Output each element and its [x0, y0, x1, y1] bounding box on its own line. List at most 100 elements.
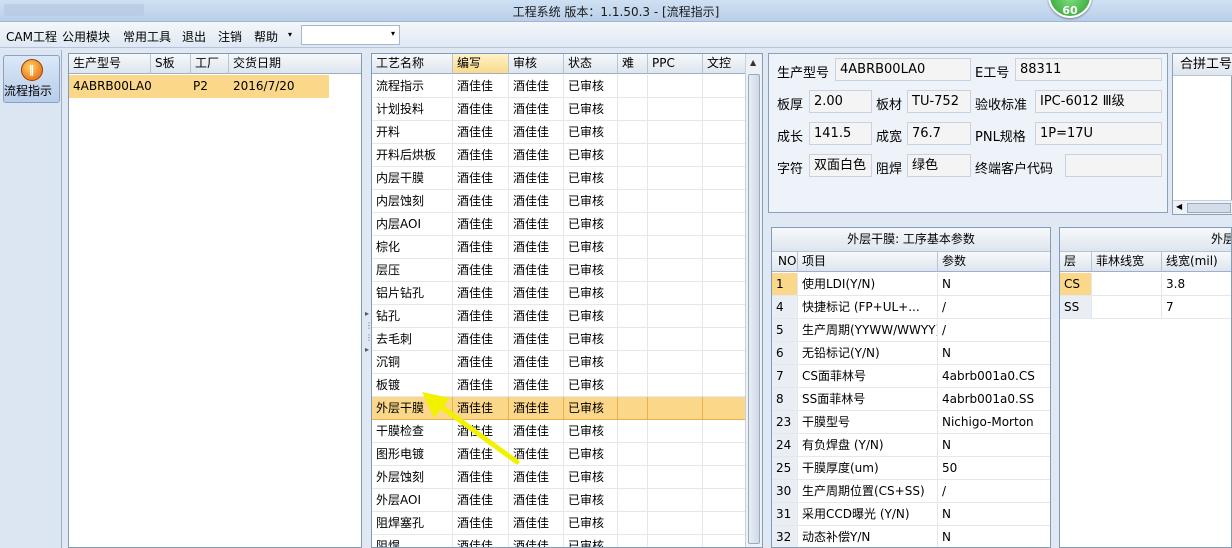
table-row[interactable]: 去毛刺 酒佳佳 酒佳佳 已审核 — [372, 328, 747, 351]
scroll-left-icon[interactable]: ◀ — [1176, 201, 1182, 213]
table-row[interactable]: 阻焊 酒佳佳 酒佳佳 已审核 — [372, 535, 747, 547]
merge-panel-header[interactable]: 合拼工号 — [1173, 54, 1232, 76]
col-header-factory[interactable]: 工厂 — [191, 54, 229, 74]
table-row[interactable]: 30 生产周期位置(CS+SS) / — [772, 480, 1050, 503]
table-row[interactable]: 4ABRB00LA0 P2 2016/7/20 — [69, 75, 329, 98]
field-width[interactable]: 76.7 — [907, 122, 971, 145]
table-row[interactable]: 5 生产周期(YYWW/WWYY) / — [772, 319, 1050, 342]
field-pnl[interactable]: 1P=17U — [1035, 122, 1162, 145]
table-row[interactable]: 图形电镀 酒佳佳 酒佳佳 已审核 — [372, 443, 747, 466]
params2-panel: 外层 层 菲林线宽 线宽(mil) CS 3.8 SS 7 — [1059, 227, 1232, 548]
col-header-difficulty[interactable]: 难 — [618, 54, 648, 74]
table-row[interactable]: 25 干膜厚度(um) 50 — [772, 457, 1050, 480]
scroll-up-icon[interactable]: ▲ — [750, 58, 756, 67]
cell-author: 酒佳佳 — [453, 236, 509, 259]
toolbar-combo[interactable]: ▾ — [301, 25, 400, 45]
splitter[interactable]: ▸ ⋮ ⋮ ▸ — [364, 53, 373, 548]
cell-doc-control — [703, 98, 747, 121]
cell-difficulty — [618, 420, 648, 443]
menu-tools[interactable]: 常用工具 — [123, 28, 171, 45]
table-row[interactable]: 外层蚀刻 酒佳佳 酒佳佳 已审核 — [372, 466, 747, 489]
scrollbar-thumb[interactable] — [1187, 203, 1231, 213]
menu-exit[interactable]: 退出 — [182, 28, 206, 45]
table-row[interactable]: SS 7 — [1060, 296, 1231, 319]
cell-param: N — [938, 342, 1050, 365]
col-header-status[interactable]: 状态 — [564, 54, 618, 74]
field-end-customer[interactable] — [1065, 154, 1162, 177]
scrollbar-thumb[interactable] — [748, 74, 760, 544]
col-header-doc-control[interactable]: 文控 — [703, 54, 747, 74]
field-thickness[interactable]: 2.00 — [809, 90, 872, 113]
cell-difficulty — [618, 167, 648, 190]
menu-logout[interactable]: 注销 — [218, 28, 242, 45]
table-row[interactable]: 24 有负焊盘 (Y/N) N — [772, 434, 1050, 457]
cell-author: 酒佳佳 — [453, 466, 509, 489]
cell-status: 已审核 — [564, 374, 618, 397]
table-row[interactable]: 23 干膜型号 Nichigo-Morton — [772, 411, 1050, 434]
col-header-no[interactable]: NO — [772, 252, 798, 272]
table-row[interactable]: 31 采用CCD曝光 (Y/N) N — [772, 503, 1050, 526]
table-row[interactable]: 8 SS面菲林号 4abrb001a0.SS — [772, 388, 1050, 411]
cell-process-name: 沉铜 — [372, 351, 453, 374]
horizontal-scrollbar[interactable]: ◀ — [1173, 200, 1232, 214]
cell-author: 酒佳佳 — [453, 374, 509, 397]
cell-author: 酒佳佳 — [453, 144, 509, 167]
menu-cam[interactable]: CAM工程 — [6, 28, 57, 45]
cell-ppc — [648, 535, 703, 547]
table-row[interactable]: 开料后烘板 酒佳佳 酒佳佳 已审核 — [372, 144, 747, 167]
vertical-scrollbar[interactable]: ▲ — [745, 54, 762, 547]
field-length[interactable]: 141.5 — [809, 122, 872, 145]
table-row[interactable]: 内层干膜 酒佳佳 酒佳佳 已审核 — [372, 167, 747, 190]
table-row[interactable]: 沉铜 酒佳佳 酒佳佳 已审核 — [372, 351, 747, 374]
col-header-param[interactable]: 参数 — [938, 252, 1050, 272]
table-row[interactable]: CS 3.8 — [1060, 273, 1231, 296]
chevron-down-icon[interactable]: ▾ — [288, 30, 292, 39]
table-row[interactable]: 棕化 酒佳佳 酒佳佳 已审核 — [372, 236, 747, 259]
table-row[interactable]: 阻焊塞孔 酒佳佳 酒佳佳 已审核 — [372, 512, 747, 535]
field-e-no[interactable]: 88311 — [1015, 58, 1162, 81]
nav-process-flow-button[interactable]: ‖ 流程指示 — [3, 55, 60, 103]
menu-common-module[interactable]: 公用模块 — [62, 28, 110, 45]
table-row[interactable]: 计划投料 酒佳佳 酒佳佳 已审核 — [372, 98, 747, 121]
table-row[interactable]: 钻孔 酒佳佳 酒佳佳 已审核 — [372, 305, 747, 328]
table-row[interactable]: 6 无铅标记(Y/N) N — [772, 342, 1050, 365]
menu-help[interactable]: 帮助 — [254, 28, 278, 45]
table-row[interactable]: 干膜检查 酒佳佳 酒佳佳 已审核 — [372, 420, 747, 443]
col-header-model[interactable]: 生产型号 — [69, 54, 151, 74]
cell-doc-control — [703, 420, 747, 443]
table-row[interactable]: 1 使用LDI(Y/N) N — [772, 273, 1050, 296]
field-model[interactable]: 4ABRB00LA0 — [835, 58, 971, 81]
col-header-ppc[interactable]: PPC — [648, 54, 703, 74]
col-header-line-width[interactable]: 线宽(mil) — [1162, 252, 1231, 272]
table-row[interactable]: 开料 酒佳佳 酒佳佳 已审核 — [372, 121, 747, 144]
col-header-reviewer[interactable]: 审核 — [509, 54, 564, 74]
table-row[interactable]: 铝片钻孔 酒佳佳 酒佳佳 已审核 — [372, 282, 747, 305]
table-row[interactable]: 内层蚀刻 酒佳佳 酒佳佳 已审核 — [372, 190, 747, 213]
cell-item: 生产周期位置(CS+SS) — [798, 480, 938, 503]
field-acceptance[interactable]: IPC-6012 Ⅲ级 — [1035, 90, 1162, 113]
cell-author: 酒佳佳 — [453, 282, 509, 305]
col-header-s-board[interactable]: S板 — [151, 54, 191, 74]
table-row[interactable]: 内层AOI 酒佳佳 酒佳佳 已审核 — [372, 213, 747, 236]
table-row[interactable]: 流程指示 酒佳佳 酒佳佳 已审核 — [372, 75, 747, 98]
field-legend[interactable]: 双面白色 — [809, 154, 872, 177]
col-header-process-name[interactable]: 工艺名称 — [372, 54, 453, 74]
table-row[interactable]: 板镀 酒佳佳 酒佳佳 已审核 — [372, 374, 747, 397]
cell-difficulty — [618, 374, 648, 397]
col-header-author[interactable]: 编写 — [453, 54, 509, 74]
table-row[interactable]: 4 快捷标记 (FP+UL+... / — [772, 296, 1050, 319]
field-solder-mask[interactable]: 绿色 — [907, 154, 971, 177]
col-header-layer[interactable]: 层 — [1060, 252, 1092, 272]
field-material[interactable]: TU-752 — [907, 90, 971, 113]
cell-ppc — [648, 282, 703, 305]
table-row[interactable]: 7 CS面菲林号 4abrb001a0.CS — [772, 365, 1050, 388]
col-header-delivery-date[interactable]: 交货日期 — [229, 54, 361, 74]
table-row[interactable]: 32 动态补偿Y/N N — [772, 526, 1050, 547]
table-row[interactable]: 外层干膜 酒佳佳 酒佳佳 已审核 — [372, 397, 747, 420]
col-header-item[interactable]: 项目 — [798, 252, 938, 272]
col-header-film-line-width[interactable]: 菲林线宽 — [1092, 252, 1162, 272]
cell-doc-control — [703, 512, 747, 535]
table-row[interactable]: 层压 酒佳佳 酒佳佳 已审核 — [372, 259, 747, 282]
table-row[interactable]: 外层AOI 酒佳佳 酒佳佳 已审核 — [372, 489, 747, 512]
chevron-down-icon[interactable]: ▾ — [391, 29, 395, 38]
